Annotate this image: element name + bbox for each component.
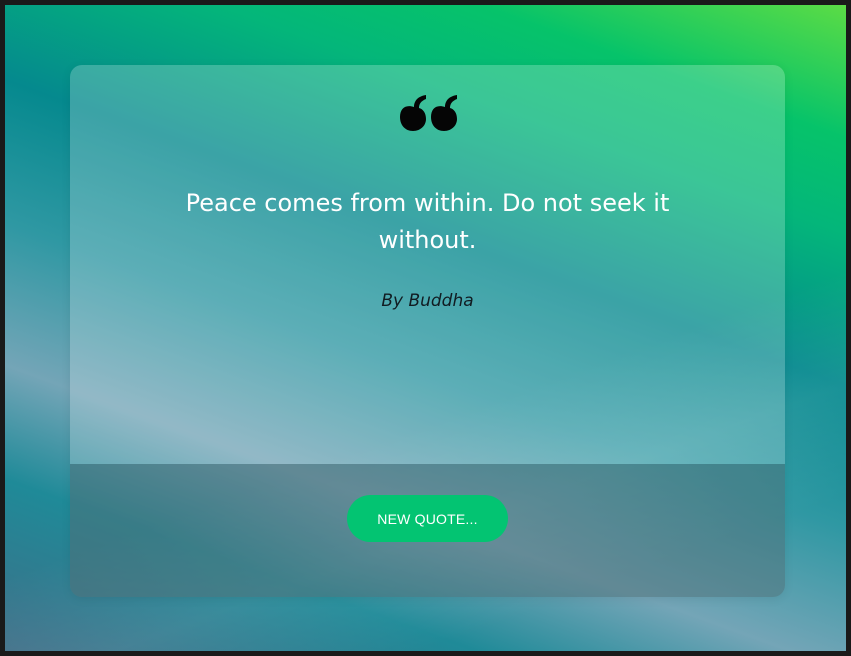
- app-background: Peace comes from within. Do not seek it …: [5, 5, 846, 651]
- quote-content: Peace comes from within. Do not seek it …: [70, 65, 785, 464]
- card-footer: NEW QUOTE...: [70, 464, 785, 597]
- quote-author: By Buddha: [381, 291, 474, 311]
- quote-text: Peace comes from within. Do not seek it …: [185, 189, 670, 254]
- quote-left-icon: [400, 95, 457, 131]
- quote-card: Peace comes from within. Do not seek it …: [70, 65, 785, 597]
- new-quote-button[interactable]: NEW QUOTE...: [347, 495, 508, 542]
